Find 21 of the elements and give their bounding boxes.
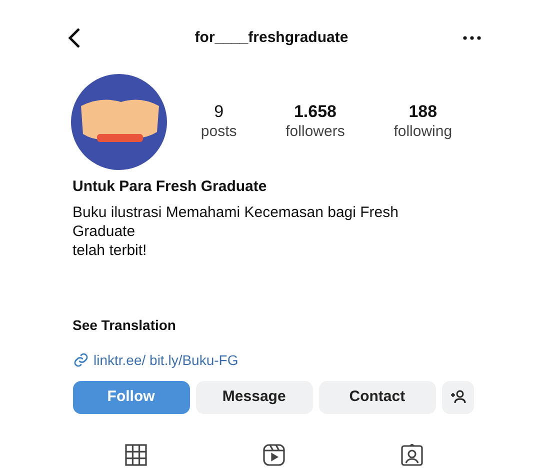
stat-label: posts — [200, 122, 237, 142]
add-person-icon — [450, 390, 466, 404]
profile-button[interactable]: Contact — [318, 380, 436, 414]
bio-text: telah terbit! — [72, 240, 148, 260]
suggest-button[interactable] — [442, 380, 474, 414]
stat-label: followers — [286, 122, 345, 142]
stat-label: following — [394, 122, 452, 142]
grid-icon[interactable] — [124, 444, 146, 466]
link-icon — [72, 352, 88, 368]
profile-name: Untuk Para Fresh Graduate — [72, 177, 268, 197]
see-translation-link[interactable]: See Translation — [58, 314, 488, 336]
profile-username: for____freshgraduate — [194, 28, 348, 48]
more-icon[interactable] — [462, 36, 480, 40]
back-icon[interactable] — [66, 27, 80, 49]
stat-count: 9 — [214, 102, 224, 122]
tagged-icon[interactable] — [400, 444, 422, 466]
profile-button[interactable]: Message — [196, 380, 313, 414]
stat-count: 188 — [408, 102, 438, 122]
reels-icon[interactable] — [262, 444, 284, 466]
profile-link[interactable]: linktr.ee/ bit.ly/Buku-FG — [94, 350, 238, 370]
stat-count: 1.658 — [294, 102, 336, 122]
